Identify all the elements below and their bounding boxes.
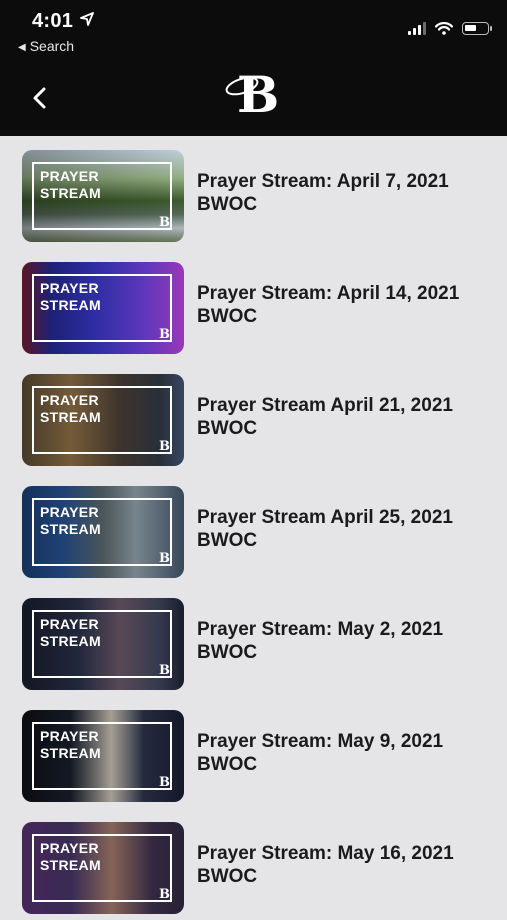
svg-text:B: B — [237, 66, 279, 118]
back-chevron-icon[interactable] — [30, 86, 50, 110]
video-thumbnail: PRAYER STREAM B — [22, 374, 184, 466]
item-title: Prayer Stream: May 2, 2021 BWOC — [197, 619, 444, 663]
list-item[interactable]: PRAYER STREAM B Prayer Stream: April 7, 2… — [0, 136, 507, 248]
list-item[interactable]: PRAYER STREAM B Prayer Stream: May 2, 202… — [0, 584, 507, 696]
item-title: Prayer Stream: April 14, 2021 BWOC — [197, 283, 460, 327]
wifi-icon — [435, 22, 453, 35]
list-item[interactable]: PRAYER STREAM B Prayer Stream: May 9, 202… — [0, 696, 507, 808]
church-logo: B — [225, 66, 279, 118]
battery-icon — [462, 22, 492, 35]
list-item[interactable]: PRAYER STREAM B Prayer Stream April 21, 2… — [0, 360, 507, 472]
video-thumbnail: PRAYER STREAM B — [22, 262, 184, 354]
cellular-signal-icon — [408, 22, 426, 35]
video-thumbnail: PRAYER STREAM B — [22, 598, 184, 690]
video-thumbnail: PRAYER STREAM B — [22, 150, 184, 242]
video-thumbnail: PRAYER STREAM B — [22, 486, 184, 578]
item-title: Prayer Stream: May 9, 2021 BWOC — [197, 731, 444, 775]
list-item[interactable]: PRAYER STREAM B Prayer Stream: May 16, 20… — [0, 808, 507, 920]
app-header: 4:01 ◀ Search B — [0, 0, 507, 136]
video-thumbnail: PRAYER STREAM B — [22, 822, 184, 914]
item-title: Prayer Stream: April 7, 2021 BWOC — [197, 171, 449, 215]
back-to-app-link[interactable]: ◀ Search — [18, 38, 74, 54]
system-icons — [408, 22, 492, 35]
back-app-label: Search — [29, 38, 75, 54]
location-arrow-icon — [80, 12, 94, 26]
list-item[interactable]: PRAYER STREAM B Prayer Stream April 25, 2… — [0, 472, 507, 584]
status-time: 4:01 — [32, 10, 74, 32]
video-thumbnail: PRAYER STREAM B — [22, 710, 184, 802]
back-triangle-icon: ◀ — [18, 42, 26, 53]
item-title: Prayer Stream: May 16, 2021 BWOC — [197, 843, 454, 887]
item-title: Prayer Stream April 25, 2021 BWOC — [197, 507, 453, 551]
item-title: Prayer Stream April 21, 2021 BWOC — [197, 395, 453, 439]
list-item[interactable]: PRAYER STREAM B Prayer Stream: April 14, … — [0, 248, 507, 360]
